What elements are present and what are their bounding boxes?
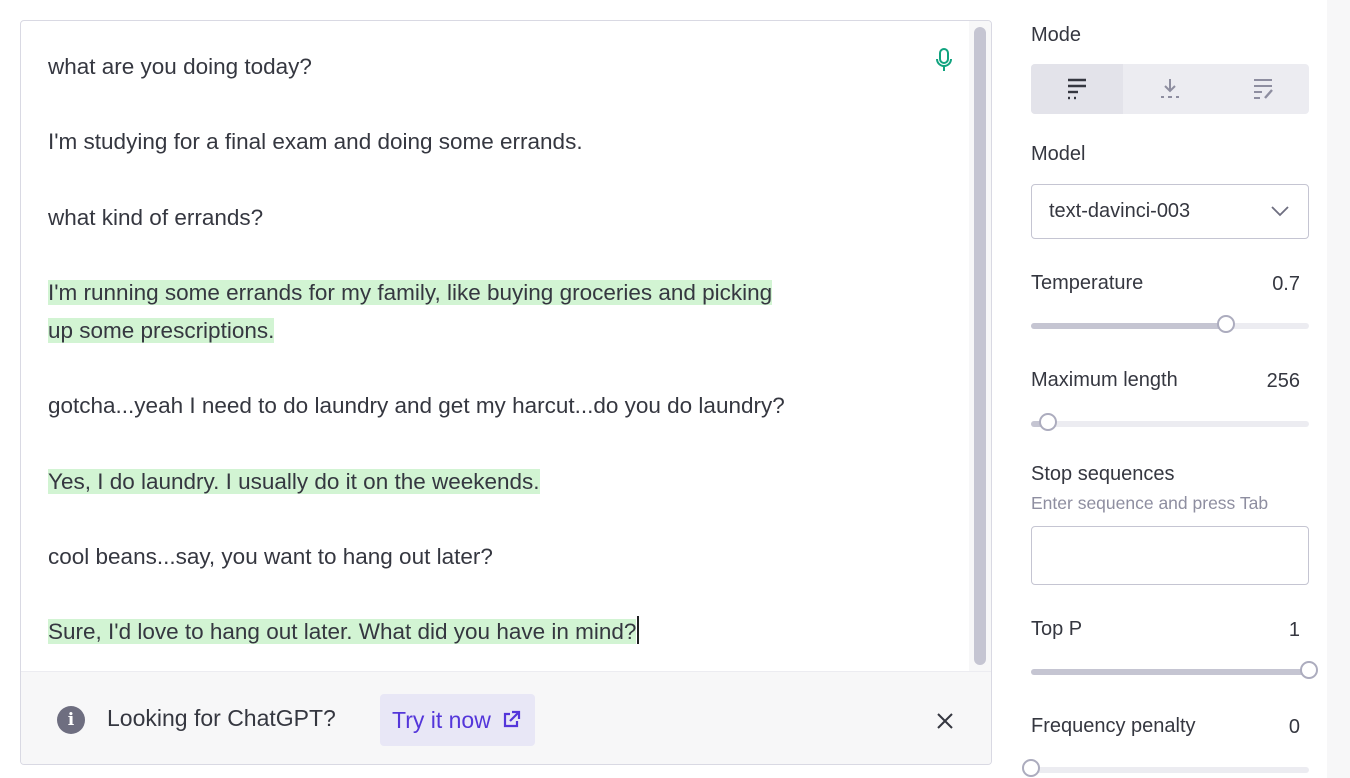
mode-insert-button[interactable] — [1124, 64, 1216, 114]
text-line: gotcha...yeah I need to do laundry and g… — [48, 393, 785, 419]
text-line: cool beans...say, you want to hang out l… — [48, 544, 493, 570]
generated-text-line: I'm running some errands for my family, … — [48, 280, 773, 306]
mode-complete-button[interactable] — [1031, 64, 1123, 114]
mode-selector — [1031, 64, 1309, 114]
prompt-textarea[interactable]: what are you doing today? I'm studying f… — [48, 48, 928, 651]
temperature-value[interactable]: 0.7 — [1272, 273, 1300, 296]
text-caret — [637, 616, 640, 645]
stop-sequences-label: Stop sequences — [1031, 463, 1175, 485]
top-p-label: Top P — [1031, 618, 1083, 640]
maximum-length-label: Maximum length — [1031, 369, 1178, 391]
try-it-now-label: Try it now — [392, 707, 491, 733]
settings-sidebar: Mode Model text-davinci-003 Temperature … — [1022, 0, 1318, 778]
chevron-down-icon — [1271, 206, 1289, 217]
temperature-slider-handle[interactable] — [1216, 315, 1235, 333]
model-select-value: text-davinci-003 — [1049, 200, 1191, 222]
text-line: what kind of errands? — [48, 204, 264, 230]
mode-label: Mode — [1031, 24, 1082, 46]
insert-icon — [1161, 79, 1179, 98]
temperature-label: Temperature — [1031, 272, 1144, 294]
microphone-icon[interactable] — [934, 48, 954, 72]
temperature-slider[interactable] — [1031, 315, 1309, 333]
maximum-length-value[interactable]: 256 — [1267, 370, 1300, 393]
frequency-penalty-value[interactable]: 0 — [1289, 716, 1300, 739]
external-link-icon — [503, 710, 520, 728]
generated-text-line: up some prescriptions. — [48, 317, 275, 343]
stop-sequences-input[interactable] — [1031, 526, 1309, 585]
complete-icon — [1068, 78, 1086, 100]
text-line: what are you doing today? — [48, 54, 312, 79]
temperature-slider-fill — [1031, 323, 1226, 329]
frequency-penalty-slider-handle[interactable] — [1022, 759, 1040, 777]
text-line: I'm studying for a final exam and doing … — [48, 129, 583, 155]
info-icon: i — [57, 706, 85, 734]
editor-scrollbar[interactable] — [969, 21, 991, 671]
scrollbar-thumb[interactable] — [974, 27, 986, 665]
banner-text: Looking for ChatGPT? — [107, 705, 336, 731]
frequency-penalty-slider[interactable] — [1022, 759, 1309, 777]
chatgpt-banner: i Looking for ChatGPT? Try it now — [21, 671, 991, 764]
top-p-slider[interactable] — [1031, 661, 1318, 679]
generated-text-line: Yes, I do laundry. I usually do it on th… — [48, 468, 540, 494]
page-edge — [1327, 0, 1350, 778]
frequency-penalty-label: Frequency penalty — [1031, 715, 1196, 737]
top-p-value[interactable]: 1 — [1289, 619, 1300, 642]
mode-edit-button[interactable] — [1217, 64, 1309, 114]
model-label: Model — [1031, 143, 1086, 165]
stop-sequences-hint: Enter sequence and press Tab — [1031, 493, 1269, 513]
maximum-length-slider[interactable] — [1031, 413, 1309, 431]
model-select[interactable]: text-davinci-003 — [1031, 184, 1309, 239]
edit-icon — [1254, 79, 1273, 99]
try-it-now-button[interactable]: Try it now — [380, 694, 535, 746]
generated-text-line: Sure, I'd love to hang out later. What d… — [48, 613, 928, 651]
playground-editor: what are you doing today? I'm studying f… — [20, 20, 992, 765]
top-p-slider-fill — [1031, 669, 1309, 675]
maximum-length-slider-handle[interactable] — [1038, 413, 1057, 431]
top-p-slider-handle[interactable] — [1300, 661, 1318, 679]
close-icon[interactable] — [934, 710, 956, 732]
